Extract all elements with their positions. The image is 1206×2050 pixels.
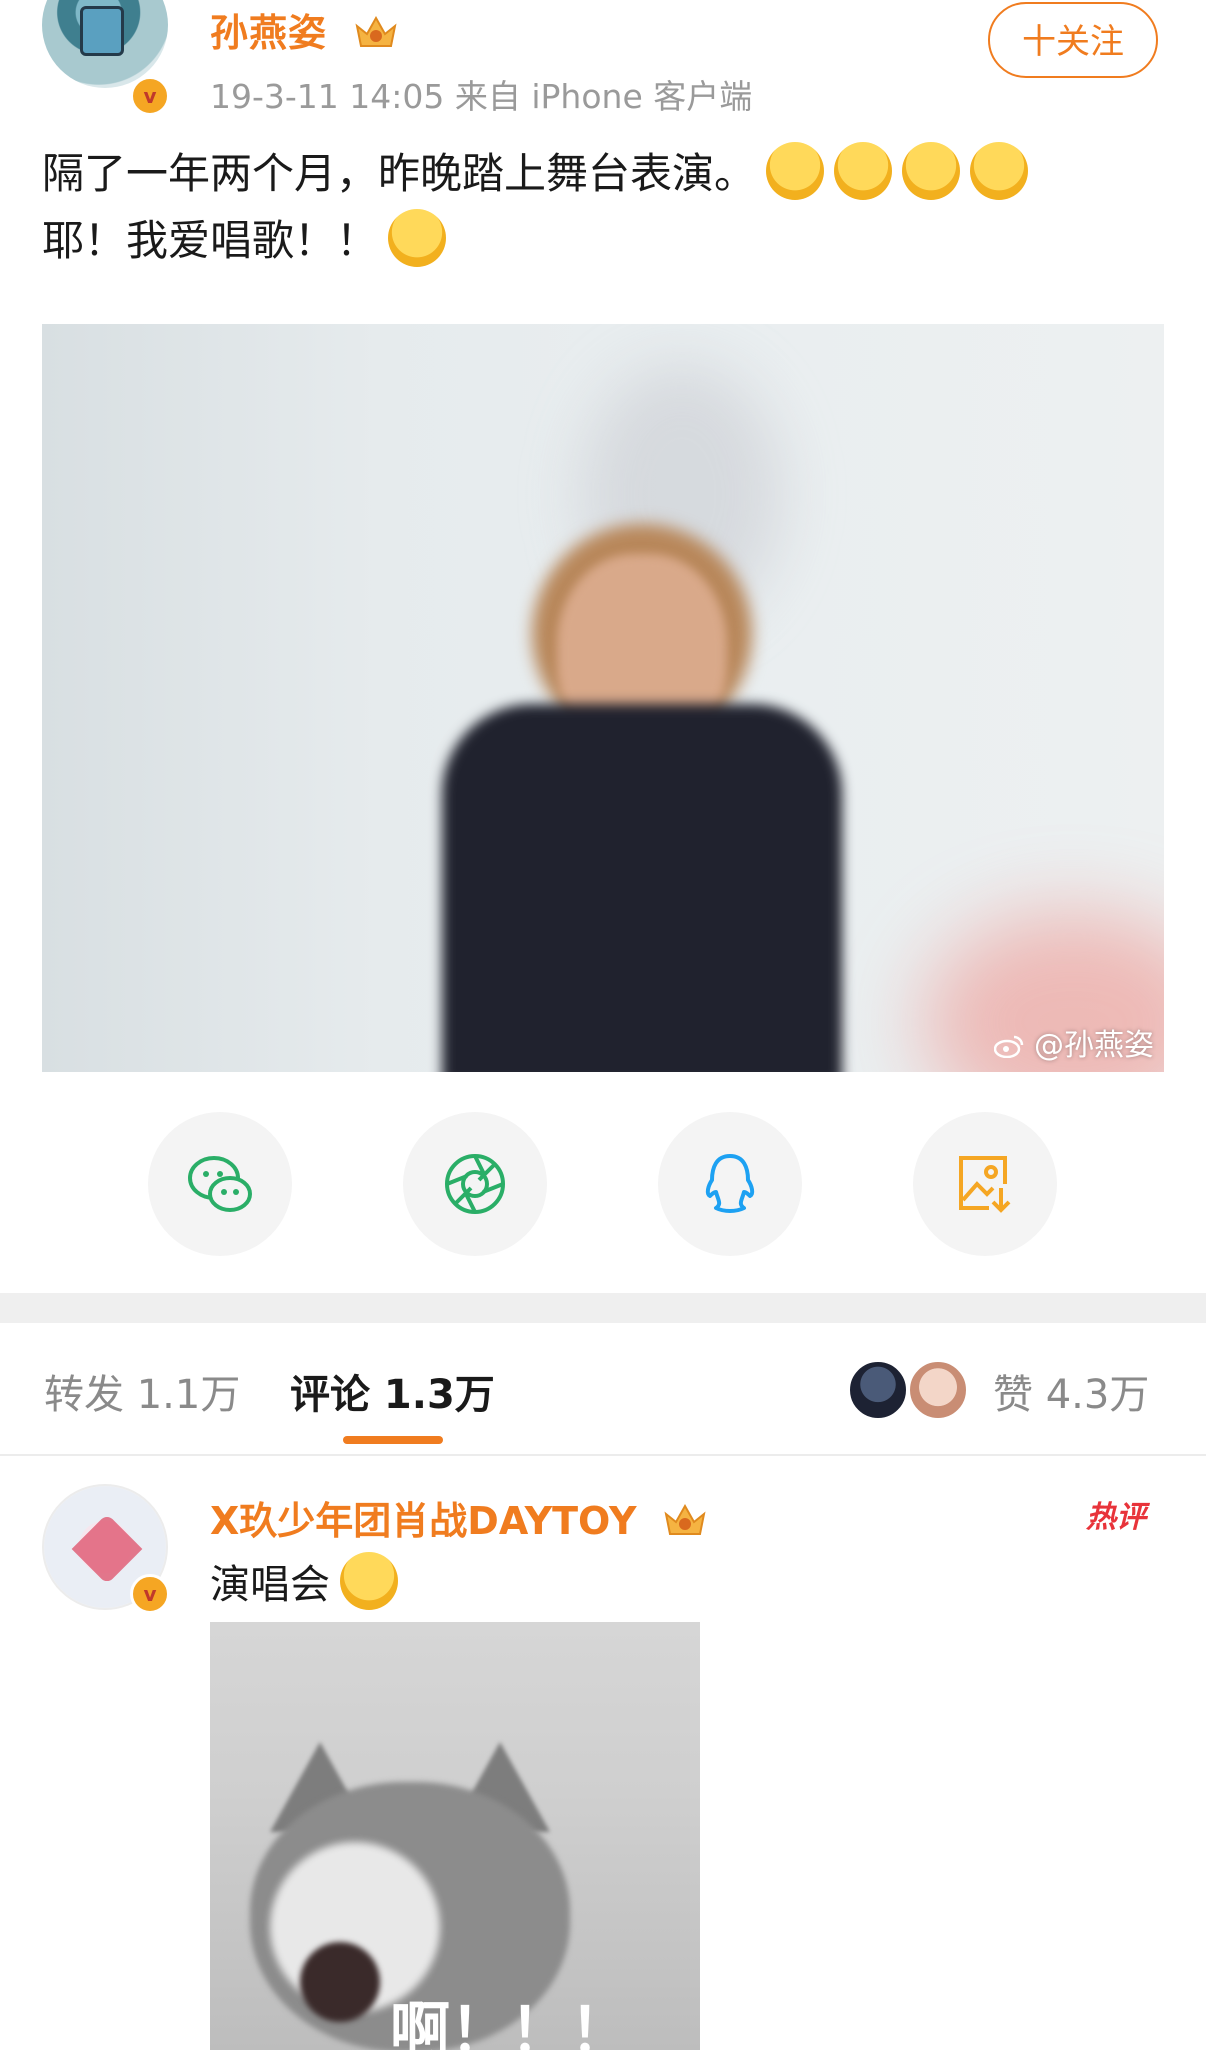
post-photo[interactable]: @孙燕姿 [42, 324, 1164, 1072]
share-wechat-button[interactable] [148, 1112, 292, 1256]
post-text: 隔了一年两个月，昨晚踏上舞台表演。 耶！我爱唱歌！！ [42, 140, 1172, 274]
follow-button[interactable]: 十关注 [988, 2, 1158, 78]
heart-eyes-emoji-icon [834, 142, 893, 200]
share-moments-button[interactable] [403, 1112, 547, 1256]
cover-mouth-emoji-icon [766, 142, 825, 200]
save-image-button[interactable] [913, 1112, 1057, 1256]
moments-icon [445, 1154, 505, 1214]
active-tab-indicator [343, 1436, 443, 1444]
verified-badge-icon: v [130, 1574, 170, 1614]
photo-watermark: @孙燕姿 [994, 1020, 1154, 1064]
section-divider [0, 1293, 1206, 1323]
tab-divider [0, 1454, 1206, 1456]
commenter-name-text: X玖少年团肖战DAYTOY [210, 1499, 637, 1543]
crying-emoji-icon [340, 1552, 398, 1610]
heart-eyes-emoji-icon [970, 142, 1029, 200]
watermark-text: @孙燕姿 [1034, 1028, 1154, 1063]
liker-avatar[interactable] [908, 1360, 968, 1420]
crown-badge-icon [664, 1503, 706, 1535]
crown-badge-icon [355, 15, 397, 47]
comment-image-caption: 啊！！！ [390, 1996, 630, 2050]
laughing-emoji-icon [388, 209, 447, 267]
post-text-line1: 隔了一年两个月，昨晚踏上舞台表演。 [42, 149, 757, 198]
weibo-logo-icon [994, 1035, 1024, 1059]
hot-comment-badge: 热评 [1086, 1500, 1146, 1535]
share-qq-button[interactable] [658, 1112, 802, 1256]
post-meta: 19-3-11 14:05 来自 iPhone 客户端 [210, 77, 753, 116]
commenter-name[interactable]: X玖少年团肖战DAYTOY [210, 1490, 708, 1545]
author-name-text: 孙燕姿 [210, 11, 328, 55]
comment-image[interactable]: 啊！！！ [210, 1622, 700, 2050]
save-image-icon [959, 1156, 1011, 1213]
comment-text-content: 演唱会 [210, 1562, 330, 1608]
tab-comments[interactable]: 评论 1.3万 [290, 1362, 495, 1420]
wechat-icon [188, 1156, 252, 1212]
heart-eyes-emoji-icon [902, 142, 961, 200]
post-text-line2: 耶！我爱唱歌！！ [42, 216, 379, 265]
comment-text: 演唱会 [210, 1552, 398, 1610]
liker-avatar[interactable] [848, 1360, 908, 1420]
author-name[interactable]: 孙燕姿 [210, 2, 399, 57]
author-avatar[interactable] [42, 0, 168, 88]
qq-icon [705, 1154, 755, 1213]
tab-likes[interactable]: 赞 4.3万 [993, 1362, 1149, 1420]
verified-badge-icon: v [130, 76, 170, 116]
tab-repost[interactable]: 转发 1.1万 [44, 1362, 240, 1420]
